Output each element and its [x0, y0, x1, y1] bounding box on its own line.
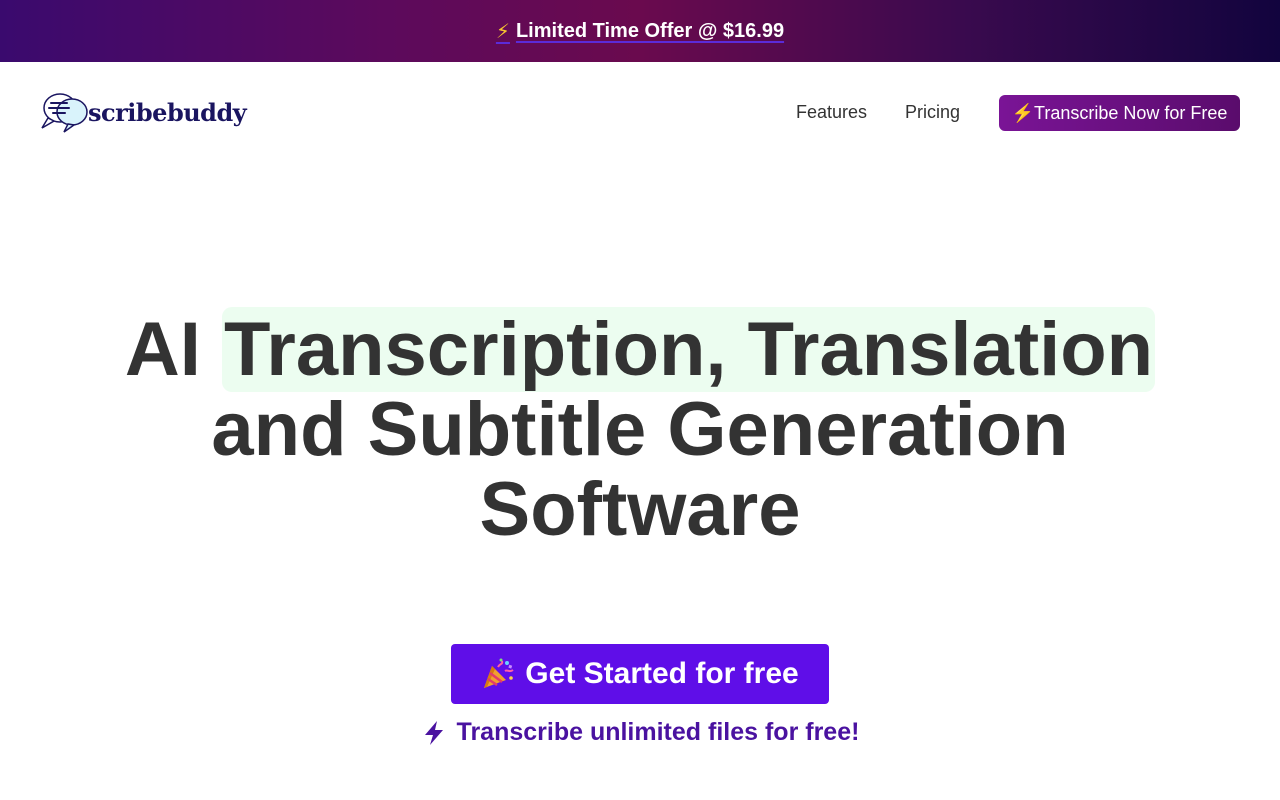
- hero-title-line2: and Subtitle Generation: [211, 387, 1069, 472]
- brand-logo[interactable]: scribebuddy: [40, 90, 247, 134]
- nav-features[interactable]: Features: [796, 102, 867, 123]
- hero-title: AI Transcription, Translation and Subtit…: [0, 307, 1280, 552]
- hero: AI Transcription, Translation and Subtit…: [0, 307, 1280, 552]
- transcribe-now-label: Transcribe Now for Free: [1034, 102, 1228, 123]
- lightning-icon: ⚡: [495, 20, 510, 43]
- free-transcription-note: Transcribe unlimited files for free!: [0, 718, 1280, 747]
- nav-pricing[interactable]: Pricing: [905, 102, 960, 123]
- get-started-label: Get Started for free: [525, 657, 799, 690]
- promo-text: Limited Time Offer @ $16.99: [515, 19, 785, 42]
- get-started-button[interactable]: Get Started for free: [451, 644, 829, 704]
- top-nav: scribebuddy Features Pricing ⚡ Transcrib…: [0, 62, 1280, 164]
- brand-name: scribebuddy: [88, 97, 247, 127]
- lightning-icon: [424, 720, 443, 745]
- hero-title-prefix: AI: [124, 307, 223, 392]
- hero-title-highlight: Transcription, Translation: [222, 307, 1156, 392]
- free-transcription-text: Transcribe unlimited files for free!: [456, 718, 860, 746]
- lightning-icon: ⚡: [1011, 102, 1035, 123]
- party-popper-icon: [484, 658, 514, 688]
- hero-title-line3: Software: [479, 467, 801, 552]
- promo-banner: ⚡ Limited Time Offer @ $16.99: [0, 0, 1280, 62]
- transcribe-now-button[interactable]: ⚡ Transcribe Now for Free: [999, 95, 1240, 131]
- chat-bubbles-icon: [41, 93, 88, 133]
- promo-link[interactable]: ⚡ Limited Time Offer @ $16.99: [496, 19, 784, 44]
